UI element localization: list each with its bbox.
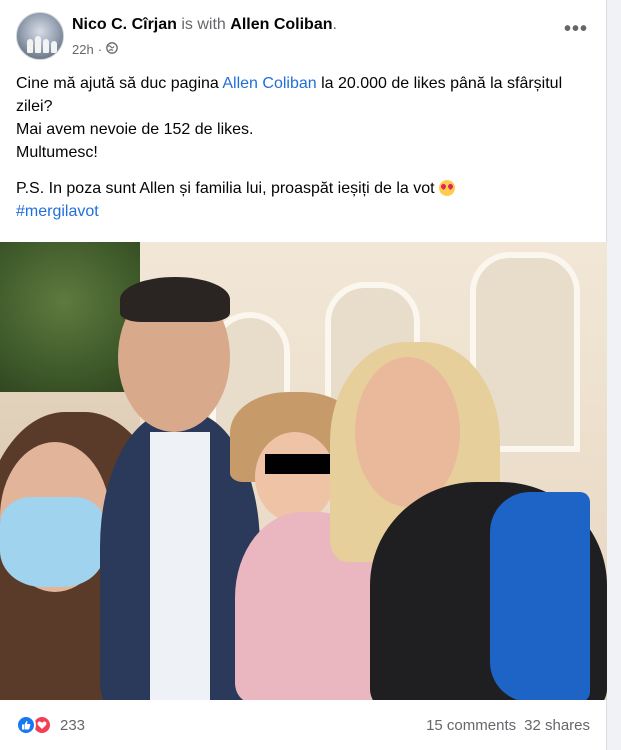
scrollbar-track[interactable] bbox=[607, 0, 621, 750]
post-meta: 22h · bbox=[72, 42, 118, 57]
meta-separator: · bbox=[97, 42, 103, 57]
photo-face bbox=[355, 357, 460, 507]
post-ps-line: P.S. In poza sunt Allen și familia lui, … bbox=[16, 177, 588, 200]
post-line-2: Mai avem nevoie de 152 de likes. bbox=[16, 121, 254, 138]
hashtag-line: #mergilavot bbox=[16, 200, 588, 223]
post-header: Nico C. Cîrjan is with Allen Coliban. 22… bbox=[16, 12, 590, 60]
comments-count[interactable]: 15 comments bbox=[426, 717, 516, 734]
avatar-figure bbox=[27, 39, 33, 53]
hashtag-link[interactable]: #mergilavot bbox=[16, 203, 99, 220]
photo-face bbox=[255, 432, 335, 522]
text-segment: Cine mă ajută să duc pagina bbox=[16, 75, 223, 92]
post-text: Cine mă ajută să duc pagina Allen Coliba… bbox=[16, 72, 588, 223]
photo-bag bbox=[490, 492, 590, 700]
post-footer: 233 15 comments 32 shares bbox=[16, 712, 590, 738]
reaction-count: 233 bbox=[60, 716, 86, 734]
avatar-figure bbox=[43, 39, 49, 53]
heart-eyes-emoji bbox=[439, 180, 456, 196]
avatar-figure bbox=[35, 36, 41, 53]
post-card: Nico C. Cîrjan is with Allen Coliban. 22… bbox=[0, 0, 607, 750]
post-photo[interactable] bbox=[0, 242, 607, 700]
photo-mask bbox=[0, 497, 105, 587]
censor-bar bbox=[265, 454, 337, 474]
text-segment: P.S. In poza sunt Allen și familia lui, … bbox=[16, 180, 440, 197]
tagged-name[interactable]: Allen Coliban bbox=[230, 16, 332, 33]
post-line-3: Multumesc! bbox=[16, 144, 98, 161]
shares-count[interactable]: 32 shares bbox=[524, 717, 590, 734]
like-icon bbox=[16, 715, 36, 735]
post-line-1: Cine mă ajută să duc pagina Allen Coliba… bbox=[16, 72, 588, 118]
author-avatar[interactable] bbox=[16, 12, 64, 60]
photo-hair bbox=[120, 277, 230, 322]
author-name[interactable]: Nico C. Cîrjan bbox=[72, 16, 177, 33]
author-line: Nico C. Cîrjan is with Allen Coliban. bbox=[72, 16, 337, 34]
photo-shirt bbox=[150, 432, 210, 700]
tagged-suffix: . bbox=[332, 16, 337, 33]
avatar-figure bbox=[51, 41, 57, 53]
globe-icon bbox=[106, 42, 118, 57]
mention-link[interactable]: Allen Coliban bbox=[222, 75, 316, 92]
more-options-icon[interactable]: ••• bbox=[564, 19, 588, 39]
reactions-summary[interactable]: 233 bbox=[16, 715, 85, 735]
post-time[interactable]: 22h bbox=[72, 42, 94, 57]
with-text: is with bbox=[181, 16, 226, 33]
engagement-stats: 15 comments 32 shares bbox=[426, 717, 590, 734]
